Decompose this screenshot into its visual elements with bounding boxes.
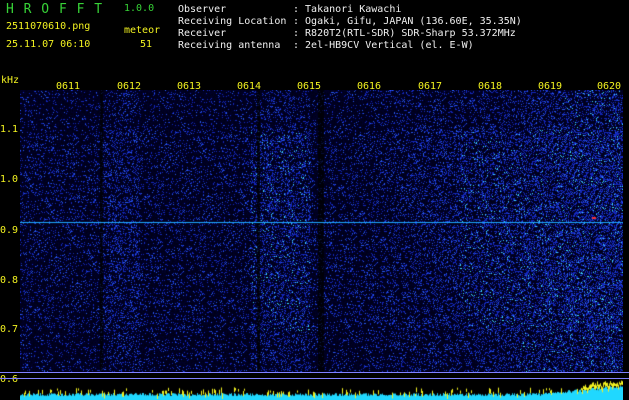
meteor-label: meteor bbox=[124, 25, 161, 36]
signal-level-canvas bbox=[20, 380, 623, 400]
separator-line bbox=[0, 378, 629, 379]
y-tick-label: 0.9 bbox=[0, 225, 19, 236]
info-value-antenna: : 2el-HB9CV Vertical (el. E-W) bbox=[293, 40, 474, 51]
spectrogram bbox=[20, 90, 623, 372]
info-value-observer: : Takanori Kawachi bbox=[293, 4, 402, 15]
y-tick-label: 0.6 bbox=[0, 374, 19, 385]
info-value-receiver: : R820T2(RTL-SDR) SDR-Sharp 53.372MHz bbox=[293, 28, 516, 39]
app-version: 1.0.0 bbox=[124, 3, 155, 14]
info-key-location: Receiving Location bbox=[178, 16, 287, 27]
y-axis-unit: kHz bbox=[1, 75, 20, 86]
separator-line bbox=[0, 372, 629, 373]
image-filename: 2511070610.png bbox=[6, 21, 91, 32]
hroft-display: H R O F F T 1.0.0 2511070610.png 25.11.0… bbox=[0, 0, 629, 400]
y-tick-label: 0.8 bbox=[0, 275, 19, 286]
info-key-receiver: Receiver bbox=[178, 28, 227, 39]
y-tick-label: 1.1 bbox=[0, 124, 19, 135]
y-tick-label: 1.0 bbox=[0, 174, 19, 185]
app-name: H R O F F T bbox=[6, 2, 104, 17]
info-key-observer: Observer bbox=[178, 4, 227, 15]
meteor-count: 51 bbox=[140, 39, 153, 50]
spectrogram-canvas bbox=[20, 90, 623, 372]
signal-level-strip bbox=[20, 380, 623, 400]
info-key-antenna: Receiving antenna bbox=[178, 40, 281, 51]
capture-datetime: 25.11.07 06:10 bbox=[6, 39, 91, 50]
info-value-location: : Ogaki, Gifu, JAPAN (136.60E, 35.35N) bbox=[293, 16, 522, 27]
y-tick-label: 0.7 bbox=[0, 324, 19, 335]
